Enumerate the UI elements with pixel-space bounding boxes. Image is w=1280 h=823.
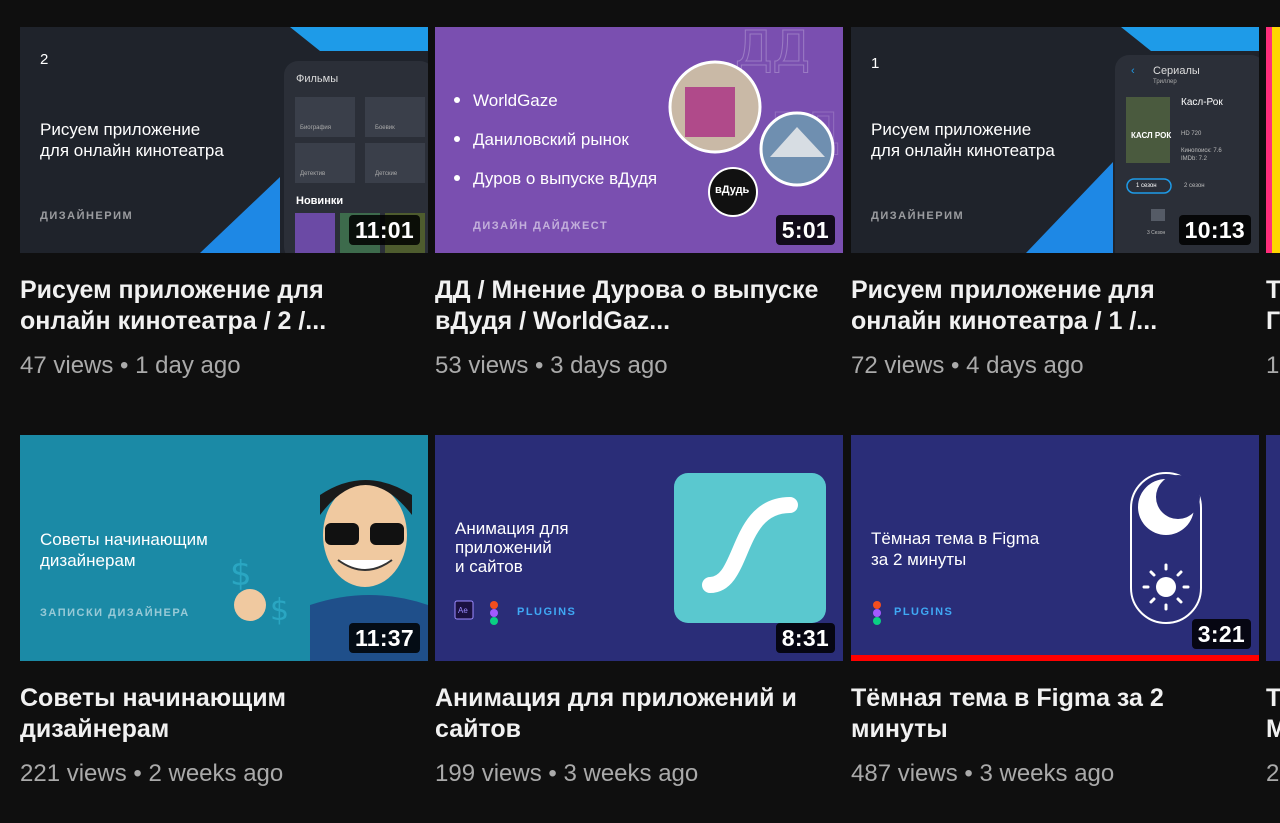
video-meta: 47 views • 1 day ago [20,352,241,379]
digest-bullet: WorldGaze [473,91,558,110]
channel-kicker: PLUGINS [894,606,954,618]
channel-kicker: ДИЗАЙНЕРИМ [871,210,965,222]
upload-age: 2 weeks ago [148,760,284,787]
show-meta: Кинопоиск: 7.6 [1181,148,1222,154]
video-card[interactable]: Анимация для приложений и сайтов Ae PLUG… [435,435,843,788]
watch-progress-bar [851,655,1259,661]
ae-icon: Ae [458,606,468,615]
duration-badge: 11:37 [348,623,420,653]
video-title[interactable]: Советы начинающим дизайнерам [20,683,420,745]
video-title[interactable]: Анимация для приложений и сайтов [435,683,835,745]
svg-text:ДД: ДД [735,27,810,77]
episode-number: 1 [871,55,880,72]
season-count: 3 Сезон [1147,230,1166,236]
show-meta: HD 720 [1181,131,1202,137]
video-meta: 487 views • 3 weeks ago [851,760,1115,787]
video-title[interactable]: ДД / Мнение Дурова о выпуске вДудя / Wor… [435,275,835,337]
vdud-badge: вДудь [715,184,750,196]
view-count: 221 views [20,760,127,787]
back-chevron-icon: ‹ [1131,65,1135,77]
video-title[interactable]: Т Г [1266,275,1280,337]
video-meta: 2 [1266,760,1280,787]
video-card[interactable]: ДД ДД WorldGaze Даниловский рынок Дуров … [435,27,843,380]
video-thumbnail[interactable]: $ $ Советы начинающим дизайнерам ЗАПИСКИ… [20,435,428,661]
season-chip: 1 сезон [1136,183,1157,189]
video-title[interactable]: Т М [1266,683,1280,745]
thumbnail-heading: Советы начинающим дизайнерам [40,530,208,570]
panel-subtitle: Триллер [1153,79,1177,85]
panel-item: Детектив [300,171,326,177]
upload-age: 3 weeks ago [563,760,699,787]
channel-kicker: ЗАПИСКИ ДИЗАЙНЕРА [40,607,190,619]
video-card-partial[interactable]: Т М 2 [1266,435,1280,788]
video-card[interactable]: $ $ Советы начинающим дизайнерам ЗАПИСКИ… [20,435,428,788]
duration-badge: 8:31 [775,623,835,653]
thumbnail-heading: Тёмная тема в Figma за 2 минуты [871,529,1040,569]
svg-text:$: $ [270,593,289,628]
duration-badge: 5:01 [775,215,835,245]
svg-text:$: $ [230,554,252,594]
duration-badge: 10:13 [1178,215,1251,245]
video-thumbnail[interactable]: 1 Рисуем приложение для онлайн кинотеатр… [851,27,1259,253]
video-title[interactable]: Рисуем приложение для онлайн кинотеатра … [20,275,420,337]
upload-age: 1 day ago [135,352,241,379]
view-count: 72 views [851,352,945,379]
video-meta: 1 [1266,352,1280,379]
panel-title: Сериалы [1153,65,1200,77]
video-card[interactable]: 1 Рисуем приложение для онлайн кинотеатр… [851,27,1259,380]
thumbnail-heading: Рисуем приложение для онлайн кинотеатра [40,120,224,160]
episode-number: 2 [40,51,49,68]
video-thumbnail[interactable]: Анимация для приложений и сайтов Ae PLUG… [435,435,843,661]
video-thumbnail[interactable]: ДД ДД WorldGaze Даниловский рынок Дуров … [435,27,843,253]
duration-badge: 11:01 [348,215,420,245]
panel-item: Биография [300,125,332,131]
panel-title: Фильмы [296,73,339,85]
video-title[interactable]: Рисуем приложение для онлайн кинотеатра … [851,275,1251,337]
digest-bullet: Дуров о выпуске вДудя [473,169,658,188]
channel-kicker: ДИЗАЙН ДАЙДЖЕСТ [473,220,609,232]
view-count: 199 views [435,760,542,787]
thumbnail-heading: Рисуем приложение для онлайн кинотеатра [871,120,1055,160]
show-meta: IMDb: 7.2 [1181,156,1208,162]
season-chip: 2 сезон [1184,183,1205,189]
video-thumbnail[interactable]: Тёмная тема в Figma за 2 минуты PLUGINS … [851,435,1259,661]
panel-item: Детские [375,171,398,177]
channel-kicker: PLUGINS [517,606,577,618]
view-count: 53 views [435,352,529,379]
upload-age: 4 days ago [966,352,1084,379]
upload-age: 3 weeks ago [979,760,1115,787]
view-count: 47 views [20,352,114,379]
video-title[interactable]: Тёмная тема в Figma за 2 минуты [851,683,1251,745]
upload-age: 3 days ago [550,352,668,379]
panel-section: Новинки [296,195,344,207]
digest-bullet: Даниловский рынок [473,130,629,149]
video-thumbnail[interactable] [1266,435,1280,661]
panel-item: Боевик [375,125,395,131]
video-meta: 199 views • 3 weeks ago [435,760,699,787]
view-count: 487 views [851,760,958,787]
video-card[interactable]: Тёмная тема в Figma за 2 минуты PLUGINS … [851,435,1259,788]
video-thumbnail[interactable]: 2 Рисуем приложение для онлайн кинотеатр… [20,27,428,253]
show-title: Касл-Рок [1181,97,1223,108]
duration-badge: 3:21 [1191,619,1251,649]
thumbnail-heading: Анимация для приложений и сайтов [455,519,569,576]
video-meta: 72 views • 4 days ago [851,352,1084,379]
video-thumbnail[interactable] [1266,27,1280,253]
video-meta: 221 views • 2 weeks ago [20,760,284,787]
video-card[interactable]: 2 Рисуем приложение для онлайн кинотеатр… [20,27,428,380]
poster-text: КАСЛ РОК [1131,131,1172,140]
channel-kicker: ДИЗАЙНЕРИМ [40,210,134,222]
video-card-partial[interactable]: Т Г 1 [1266,27,1280,380]
video-meta: 53 views • 3 days ago [435,352,668,379]
